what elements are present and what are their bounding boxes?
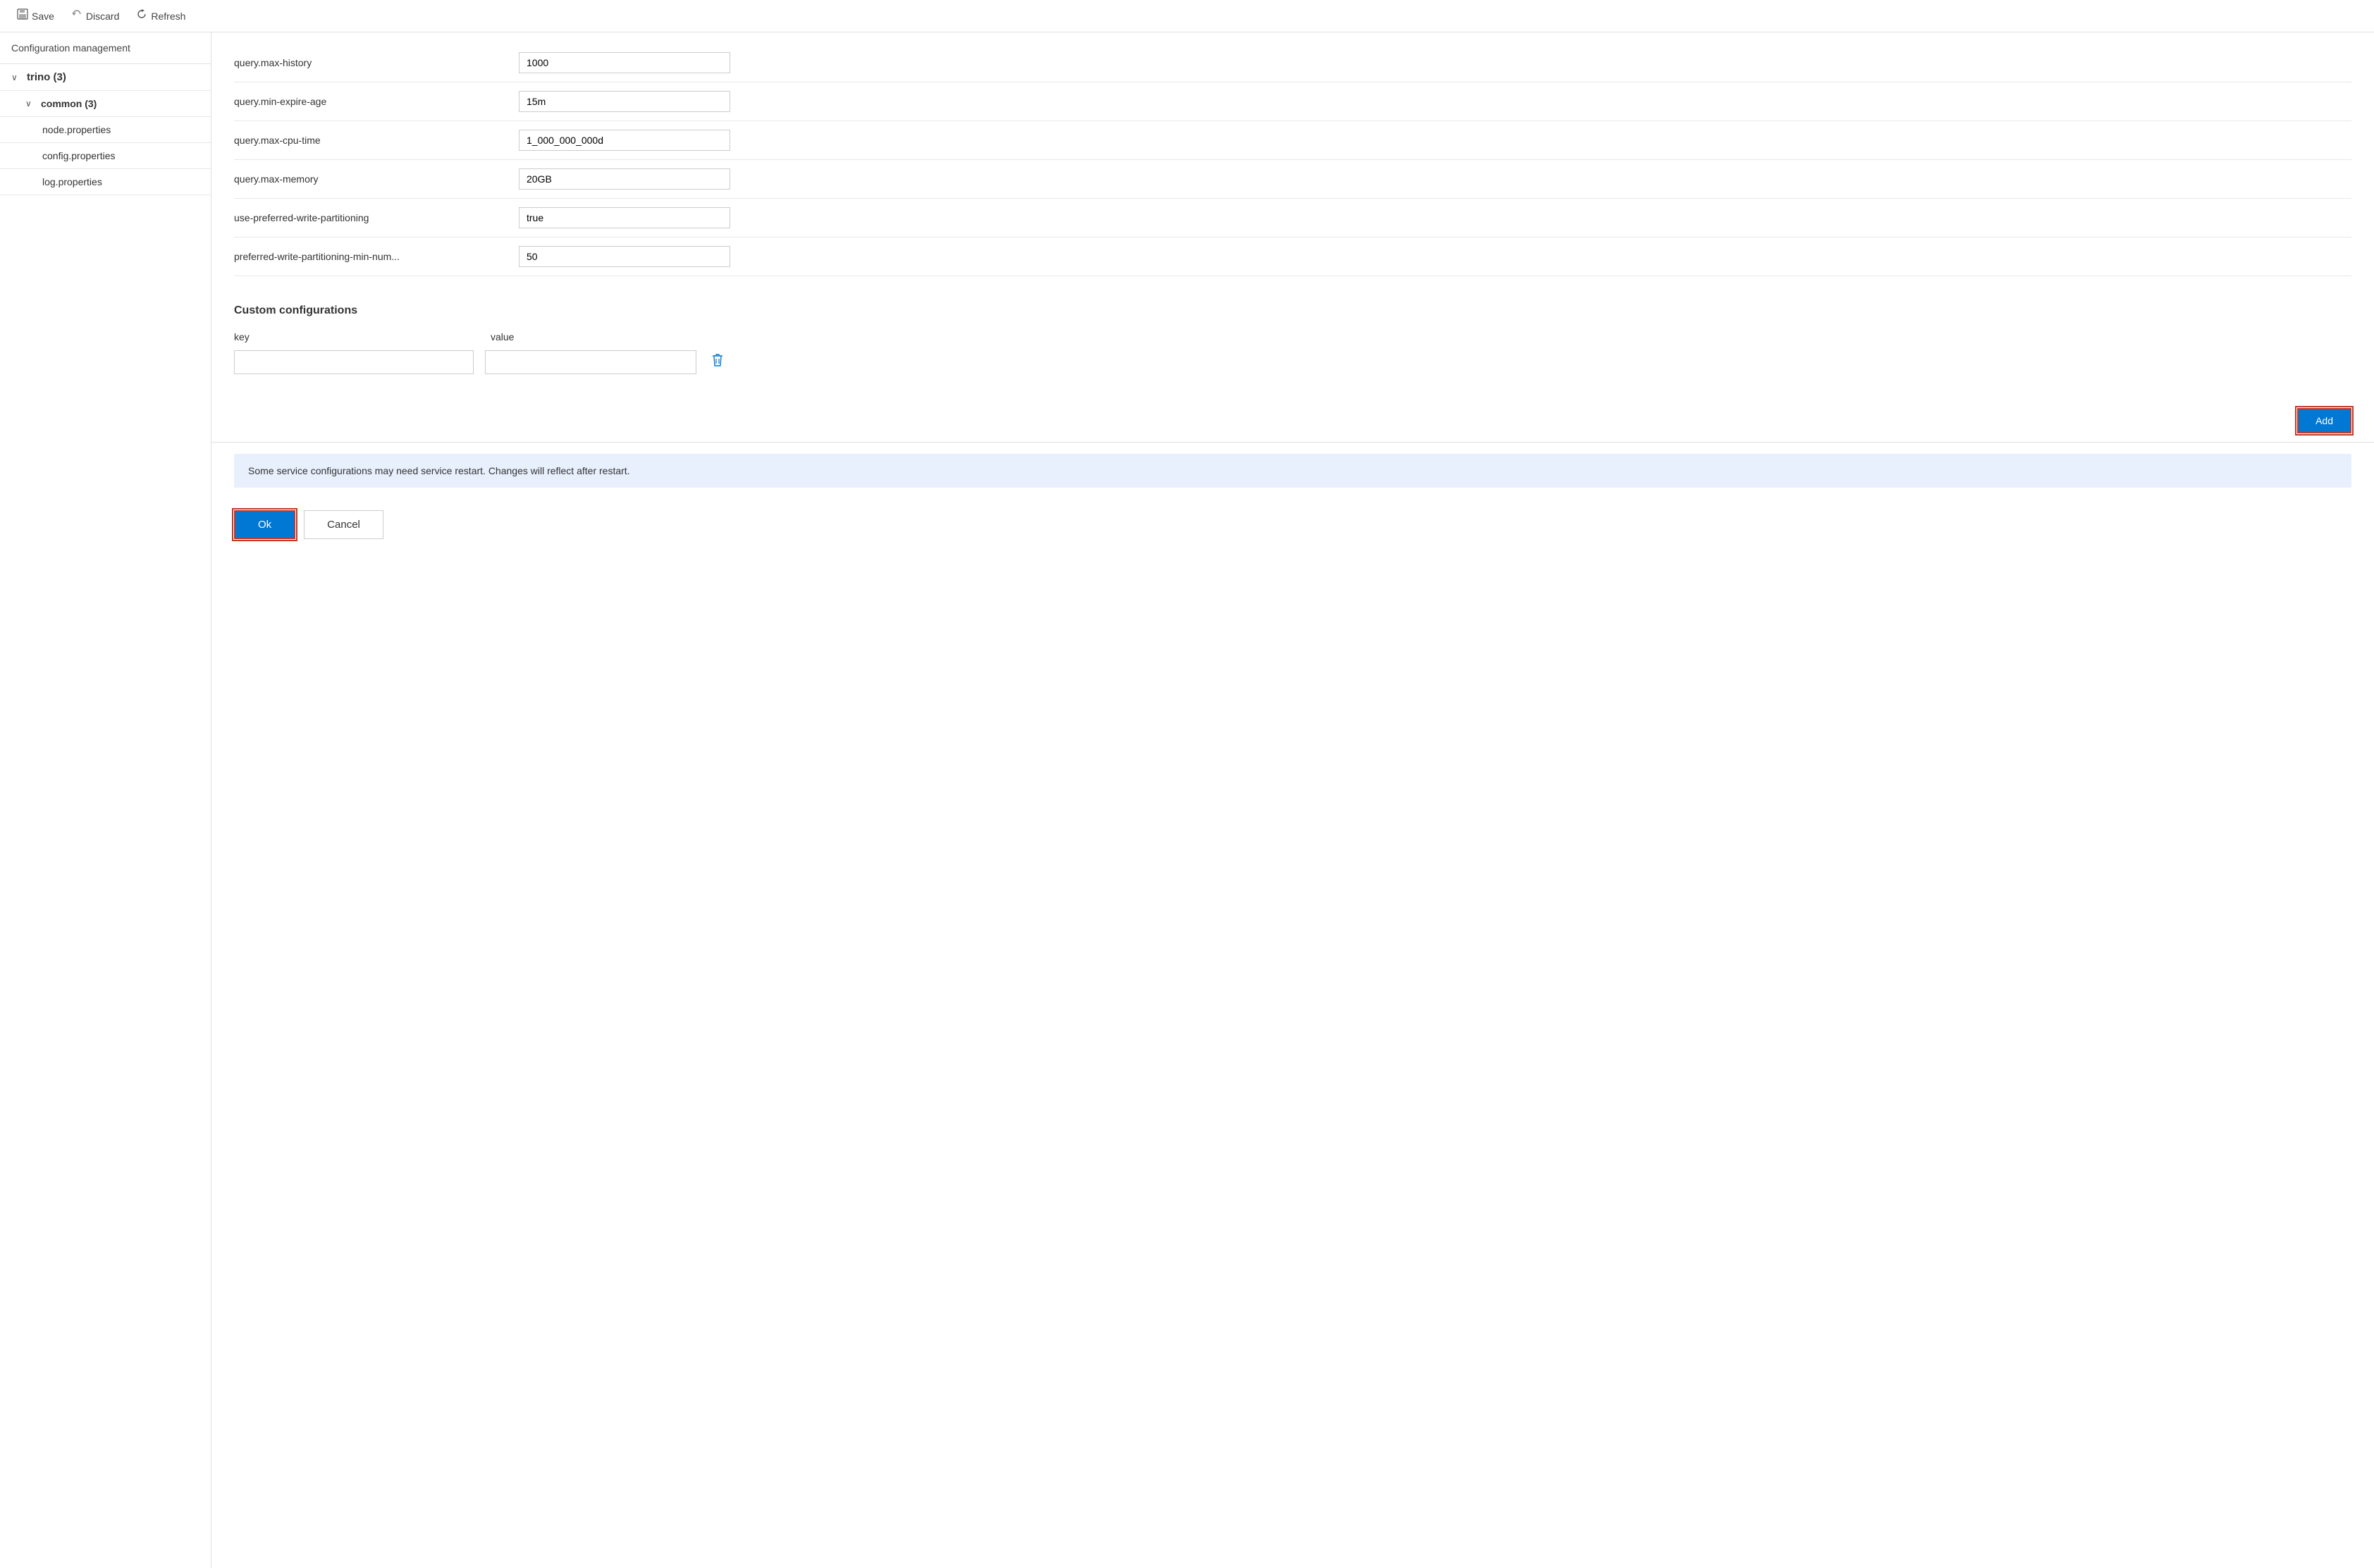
toolbar: Save Discard Refresh (0, 0, 2374, 32)
add-button[interactable]: Add (2297, 408, 2351, 433)
save-button[interactable]: Save (11, 6, 60, 26)
config-key-0: query.max-history (234, 57, 502, 68)
config-value-input-5[interactable] (519, 246, 730, 267)
custom-configs-header: key value (234, 331, 2351, 342)
custom-key-input[interactable] (234, 350, 474, 374)
tree-child-label: common (3) (41, 98, 97, 109)
refresh-button[interactable]: Refresh (130, 6, 191, 26)
delete-row-button[interactable] (708, 350, 727, 374)
config-row-0: query.max-history (234, 44, 2351, 82)
key-column-header: key (234, 331, 474, 342)
custom-configs-title: Custom configurations (234, 304, 2351, 317)
config-value-input-3[interactable] (519, 168, 730, 190)
chevron-down-icon: ∨ (11, 73, 21, 82)
config-key-2: query.max-cpu-time (234, 135, 502, 146)
refresh-icon (136, 8, 147, 23)
config-value-input-1[interactable] (519, 91, 730, 112)
config-value-input-2[interactable] (519, 130, 730, 151)
config-row-2: query.max-cpu-time (234, 121, 2351, 160)
tree-root-label: trino (3) (27, 71, 66, 83)
trash-icon (711, 352, 725, 368)
custom-value-input[interactable] (485, 350, 696, 374)
config-key-3: query.max-memory (234, 173, 502, 185)
tree-leaf-log-properties[interactable]: log.properties (0, 169, 211, 195)
chevron-down-icon: ∨ (25, 99, 35, 109)
config-row-5: preferred-write-partitioning-min-num... (234, 237, 2351, 276)
sidebar-title: Configuration management (0, 32, 211, 64)
discard-label: Discard (86, 11, 119, 22)
config-key-1: query.min-expire-age (234, 96, 502, 107)
content-panel: query.max-history query.min-expire-age q… (211, 32, 2374, 1568)
info-banner-text: Some service configurations may need ser… (248, 465, 630, 476)
ok-button[interactable]: Ok (234, 510, 295, 539)
config-row-3: query.max-memory (234, 160, 2351, 199)
config-section: query.max-history query.min-expire-age q… (211, 32, 2374, 288)
config-row-1: query.min-expire-age (234, 82, 2351, 121)
discard-button[interactable]: Discard (66, 6, 125, 26)
sidebar: Configuration management ∨ trino (3) ∨ c… (0, 32, 211, 1568)
config-key-5: preferred-write-partitioning-min-num... (234, 251, 502, 262)
config-value-input-0[interactable] (519, 52, 730, 73)
footer-actions: Ok Cancel (211, 499, 2374, 556)
custom-configs-section: Custom configurations key value (211, 288, 2374, 400)
tree-item-common[interactable]: ∨ common (3) (0, 91, 211, 117)
refresh-label: Refresh (151, 11, 185, 22)
custom-row-0 (234, 350, 2351, 374)
config-row-4: use-preferred-write-partitioning (234, 199, 2351, 237)
value-column-header: value (491, 331, 702, 342)
save-icon (17, 8, 28, 23)
config-value-input-4[interactable] (519, 207, 730, 228)
tree-leaf-config-properties[interactable]: config.properties (0, 143, 211, 169)
tree-leaf-node-properties[interactable]: node.properties (0, 117, 211, 143)
cancel-button[interactable]: Cancel (304, 510, 383, 539)
main-layout: Configuration management ∨ trino (3) ∨ c… (0, 32, 2374, 1568)
save-label: Save (32, 11, 54, 22)
info-banner: Some service configurations may need ser… (234, 454, 2351, 488)
config-key-4: use-preferred-write-partitioning (234, 212, 502, 223)
discard-icon (71, 8, 82, 23)
tree-item-trino[interactable]: ∨ trino (3) (0, 64, 211, 91)
add-button-row: Add (211, 400, 2374, 443)
